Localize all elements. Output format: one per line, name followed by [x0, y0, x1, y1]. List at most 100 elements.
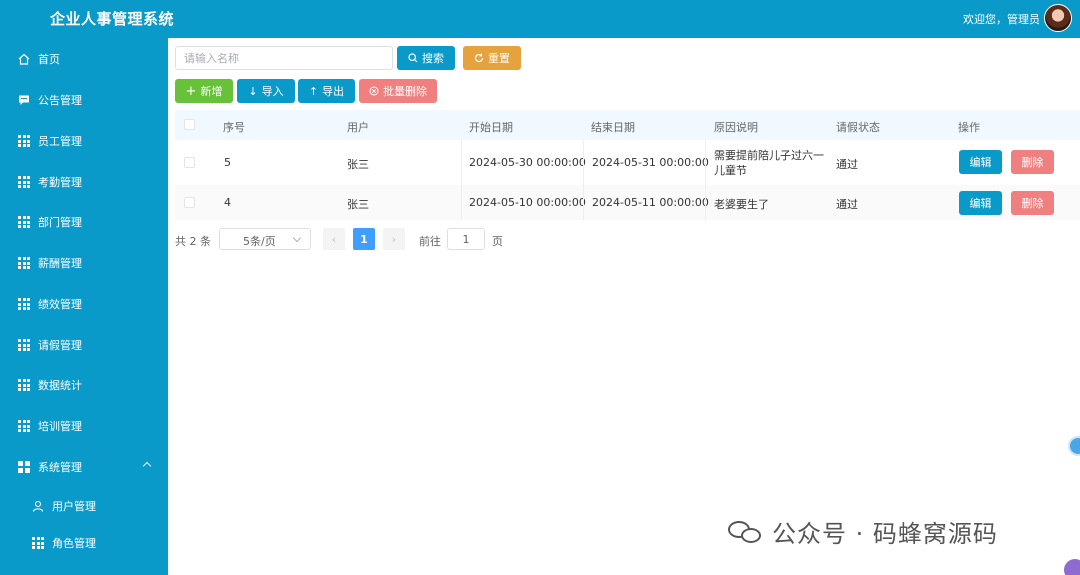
column-header: 用户 [347, 121, 369, 134]
search-icon [408, 53, 418, 63]
sidebar-item-announcements[interactable]: 公告管理 [0, 81, 168, 119]
sidebar-item-system[interactable]: 系统管理 [0, 448, 168, 486]
sidebar-item-statistics[interactable]: 数据统计 [0, 366, 168, 404]
search-button[interactable]: 搜索 [397, 46, 455, 70]
column-header: 原因说明 [714, 121, 758, 134]
prev-page-button[interactable]: ‹ [323, 228, 345, 250]
table-header: 序号 用户 开始日期 结束日期 原因说明 请假状态 操作 [175, 110, 1080, 140]
grid-icon [18, 379, 30, 391]
grid-icon [32, 537, 44, 549]
page-suffix: 页 [492, 235, 503, 248]
cell-id: 4 [224, 196, 231, 209]
floating-action-button[interactable] [1068, 436, 1080, 456]
top-header: 企业人事管理系统 欢迎您，管理员 [0, 0, 1080, 38]
sidebar-item-home[interactable]: 首页 [0, 40, 168, 78]
edit-button[interactable]: 编辑 [959, 150, 1002, 174]
delete-button[interactable]: 删除 [1011, 150, 1054, 174]
sidebar-item-label: 请假管理 [38, 339, 82, 352]
page-size-value: 5条/页 [243, 235, 276, 248]
sidebar-item-label: 绩效管理 [38, 298, 82, 311]
cell-status: 通过 [836, 158, 858, 171]
cell-start-date: 2024-05-10 00:00:00 [469, 196, 586, 209]
add-button[interactable]: + 新增 [175, 79, 233, 103]
sidebar-item-training[interactable]: 培训管理 [0, 407, 168, 445]
cell-user: 张三 [347, 198, 369, 211]
grid-icon [18, 216, 30, 228]
wechat-icon [728, 519, 764, 545]
goto-page-input[interactable] [447, 228, 485, 250]
cell-divider [705, 140, 706, 185]
cell-divider [583, 140, 584, 185]
grid-icon [18, 176, 30, 188]
row-checkbox[interactable] [184, 157, 195, 168]
app-title: 企业人事管理系统 [50, 10, 175, 28]
watermark: 公众号 · 码蜂窝源码 [728, 514, 998, 549]
plus-icon: + [185, 83, 197, 99]
grid-icon [18, 420, 30, 432]
chevron-left-icon: ‹ [331, 232, 337, 246]
goto-label: 前往 [419, 235, 441, 248]
search-button-label: 搜索 [422, 52, 444, 65]
cell-end-date: 2024-05-31 00:00:00 [592, 156, 709, 169]
sidebar-item-label: 公告管理 [38, 94, 82, 107]
next-page-button[interactable]: › [383, 228, 405, 250]
column-header: 序号 [223, 121, 245, 134]
sidebar-item-label: 部门管理 [38, 216, 82, 229]
edit-button[interactable]: 编辑 [959, 191, 1002, 215]
sidebar-item-salary[interactable]: 薪酬管理 [0, 244, 168, 282]
reset-button[interactable]: 重置 [463, 46, 521, 70]
add-button-label: 新增 [200, 85, 223, 98]
arrow-down-icon: ↓ [248, 84, 258, 98]
cell-user: 张三 [347, 158, 369, 171]
export-button-label: 导出 [322, 85, 345, 98]
delete-button[interactable]: 删除 [1011, 191, 1054, 215]
user-icon [32, 500, 44, 512]
batch-delete-button[interactable]: 批量删除 [359, 79, 437, 103]
chevron-right-icon: › [391, 232, 397, 246]
sidebar: 首页 公告管理 员工管理 考勤管理 部门管理 薪酬管理 绩效管理 请假管理 数据… [0, 38, 168, 575]
import-button[interactable]: ↓ 导入 [237, 79, 295, 103]
cell-id: 5 [224, 156, 231, 169]
search-input[interactable] [175, 46, 393, 70]
corner-badge-icon [1064, 559, 1080, 575]
tiles-icon [18, 461, 30, 473]
sidebar-item-performance[interactable]: 绩效管理 [0, 285, 168, 323]
grid-icon [18, 257, 30, 269]
circle-x-icon [369, 86, 379, 96]
page-size-select[interactable]: 5条/页 [219, 228, 311, 250]
cell-reason: 需要提前陪儿子过六一儿童节 [714, 149, 824, 177]
sidebar-item-label: 首页 [38, 53, 60, 66]
cell-reason: 老婆要生了 [714, 198, 769, 211]
total-count: 共 2 条 [175, 235, 211, 248]
chevron-up-icon [142, 461, 152, 471]
import-button-label: 导入 [261, 85, 284, 98]
sidebar-item-roles[interactable]: 角色管理 [0, 524, 168, 562]
table-row: 5 张三 2024-05-30 00:00:00 2024-05-31 00:0… [175, 140, 1080, 185]
table-row: 4 张三 2024-05-10 00:00:00 2024-05-11 00:0… [175, 185, 1080, 220]
column-header: 请假状态 [836, 121, 880, 134]
sidebar-item-label: 培训管理 [38, 420, 82, 433]
sidebar-item-label: 薪酬管理 [38, 257, 82, 270]
sidebar-item-employees[interactable]: 员工管理 [0, 122, 168, 160]
sidebar-item-leave[interactable]: 请假管理 [0, 326, 168, 364]
sidebar-item-users[interactable]: 用户管理 [0, 487, 168, 525]
export-button[interactable]: ↑ 导出 [298, 79, 355, 103]
sidebar-item-departments[interactable]: 部门管理 [0, 203, 168, 241]
cell-start-date: 2024-05-30 00:00:00 [469, 156, 586, 169]
cell-divider [461, 140, 462, 185]
sidebar-item-label: 考勤管理 [38, 176, 82, 189]
grid-icon [18, 135, 30, 147]
sidebar-item-label: 系统管理 [38, 461, 82, 474]
select-all-checkbox[interactable] [184, 119, 195, 130]
avatar[interactable] [1044, 4, 1072, 32]
column-header: 操作 [958, 121, 980, 134]
arrow-up-icon: ↑ [308, 84, 319, 98]
sidebar-item-label: 角色管理 [52, 537, 96, 550]
sidebar-item-label: 数据统计 [38, 379, 82, 392]
grid-icon [18, 298, 30, 310]
row-checkbox[interactable] [184, 197, 195, 208]
sidebar-item-attendance[interactable]: 考勤管理 [0, 163, 168, 201]
message-icon [18, 94, 30, 106]
sidebar-item-label: 员工管理 [38, 135, 82, 148]
page-number-button[interactable]: 1 [353, 228, 375, 250]
